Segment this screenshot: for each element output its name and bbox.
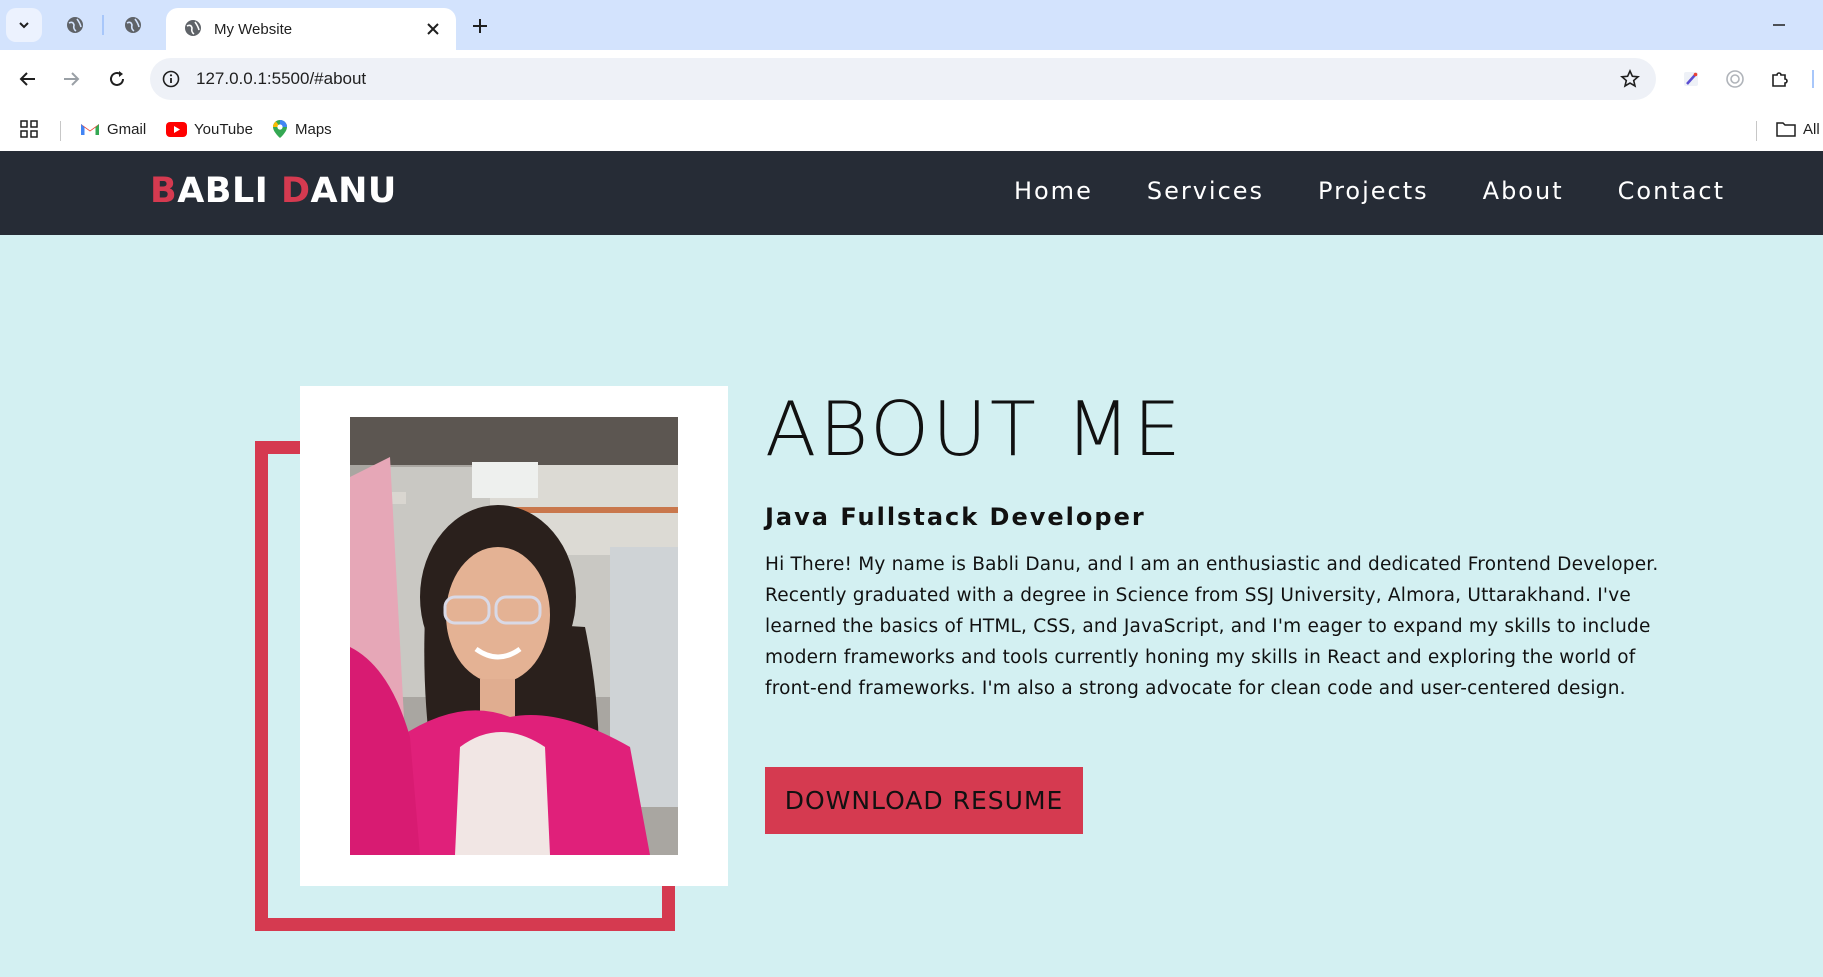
about-line: Recently graduated with a degree in Scie… [765, 585, 1631, 606]
nav-contact[interactable]: Contact [1618, 177, 1725, 205]
bookmarks-bar: Gmail YouTube Maps All [0, 108, 1823, 151]
youtube-icon [166, 121, 187, 137]
bookmark-youtube[interactable]: YouTube [166, 117, 253, 141]
active-tab[interactable]: My Website [166, 8, 456, 50]
site-navbar: BABLI DANU Home Services Projects About … [0, 151, 1823, 235]
bookmark-label: Maps [295, 120, 332, 138]
address-bar[interactable]: 127.0.0.1:5500/#about [150, 58, 1656, 100]
logo-initial-last: D [280, 171, 311, 211]
maps-pin-icon [273, 120, 287, 138]
close-tab-icon[interactable] [424, 20, 442, 38]
about-line: front-end frameworks. I'm also a strong … [765, 678, 1626, 699]
arrow-right-icon [64, 72, 80, 86]
minimize-button[interactable] [1765, 12, 1793, 38]
all-bookmarks[interactable]: All [1776, 117, 1820, 141]
bookmark-star-icon[interactable] [1618, 67, 1642, 91]
bookmark-gmail[interactable]: Gmail [80, 117, 146, 141]
bookmark-label: Gmail [107, 120, 147, 138]
bookmark-separator [1756, 121, 1757, 141]
tab-search-button[interactable] [6, 8, 42, 42]
download-resume-button[interactable]: DOWNLOAD RESUME [765, 767, 1083, 834]
logo-initial-first: B [150, 171, 178, 211]
about-section: ABOUT ME Java Fullstack Developer Hi The… [0, 235, 1823, 977]
about-paragraph: Hi There! My name is Babli Danu, and I a… [765, 549, 1665, 704]
tab-strip: My Website [0, 0, 1823, 50]
logo-text-last: ANU [310, 171, 397, 211]
folder-icon [1776, 122, 1796, 137]
arrow-left-icon [19, 72, 35, 86]
site-menu: Home Services Projects About Contact [1014, 177, 1725, 205]
about-line: Hi There! My name is Babli Danu, and I a… [765, 554, 1659, 575]
extension-pen-icon[interactable] [1678, 66, 1704, 92]
url-text[interactable]: 127.0.0.1:5500/#about [196, 69, 366, 89]
reload-icon [110, 71, 124, 86]
globe-icon [125, 17, 141, 33]
minimize-icon [1773, 24, 1785, 26]
about-line: learned the basics of HTML, CSS, and Jav… [765, 616, 1651, 637]
profile-photo-card [300, 386, 728, 886]
all-bookmarks-label: All [1803, 120, 1820, 138]
bookmark-label: YouTube [194, 120, 253, 138]
globe-icon [182, 17, 204, 39]
bookmark-maps[interactable]: Maps [272, 117, 332, 141]
puzzle-icon[interactable] [1767, 66, 1793, 92]
reload-button[interactable] [102, 64, 132, 94]
back-button[interactable] [13, 64, 43, 94]
nav-services[interactable]: Services [1147, 177, 1264, 205]
site-logo[interactable]: BABLI DANU [150, 171, 397, 211]
profile-photo [350, 417, 678, 855]
about-line: modern frameworks and tools currently ho… [765, 647, 1636, 668]
extension-circle-icon[interactable] [1722, 66, 1748, 92]
pinned-tab-2[interactable] [120, 12, 146, 38]
bookmark-separator [60, 121, 61, 141]
about-title: ABOUT ME [765, 385, 1184, 473]
forward-button[interactable] [56, 64, 86, 94]
new-tab-button[interactable] [466, 12, 494, 40]
nav-about[interactable]: About [1483, 177, 1564, 205]
nav-home[interactable]: Home [1014, 177, 1093, 205]
pinned-tab-1[interactable] [62, 12, 88, 38]
plus-icon [473, 19, 487, 33]
site-info-icon[interactable] [160, 68, 182, 90]
about-subtitle: Java Fullstack Developer [765, 503, 1146, 531]
gmail-icon [81, 124, 99, 135]
toolbar-separator [1812, 70, 1814, 88]
nav-projects[interactable]: Projects [1318, 177, 1429, 205]
tab-separator [102, 15, 104, 35]
apps-icon[interactable] [20, 117, 38, 141]
logo-text-first: ABLI [177, 171, 281, 211]
chevron-down-icon [19, 22, 29, 29]
browser-toolbar: 127.0.0.1:5500/#about [0, 50, 1823, 108]
globe-icon [67, 17, 83, 33]
tab-title: My Website [214, 21, 293, 38]
